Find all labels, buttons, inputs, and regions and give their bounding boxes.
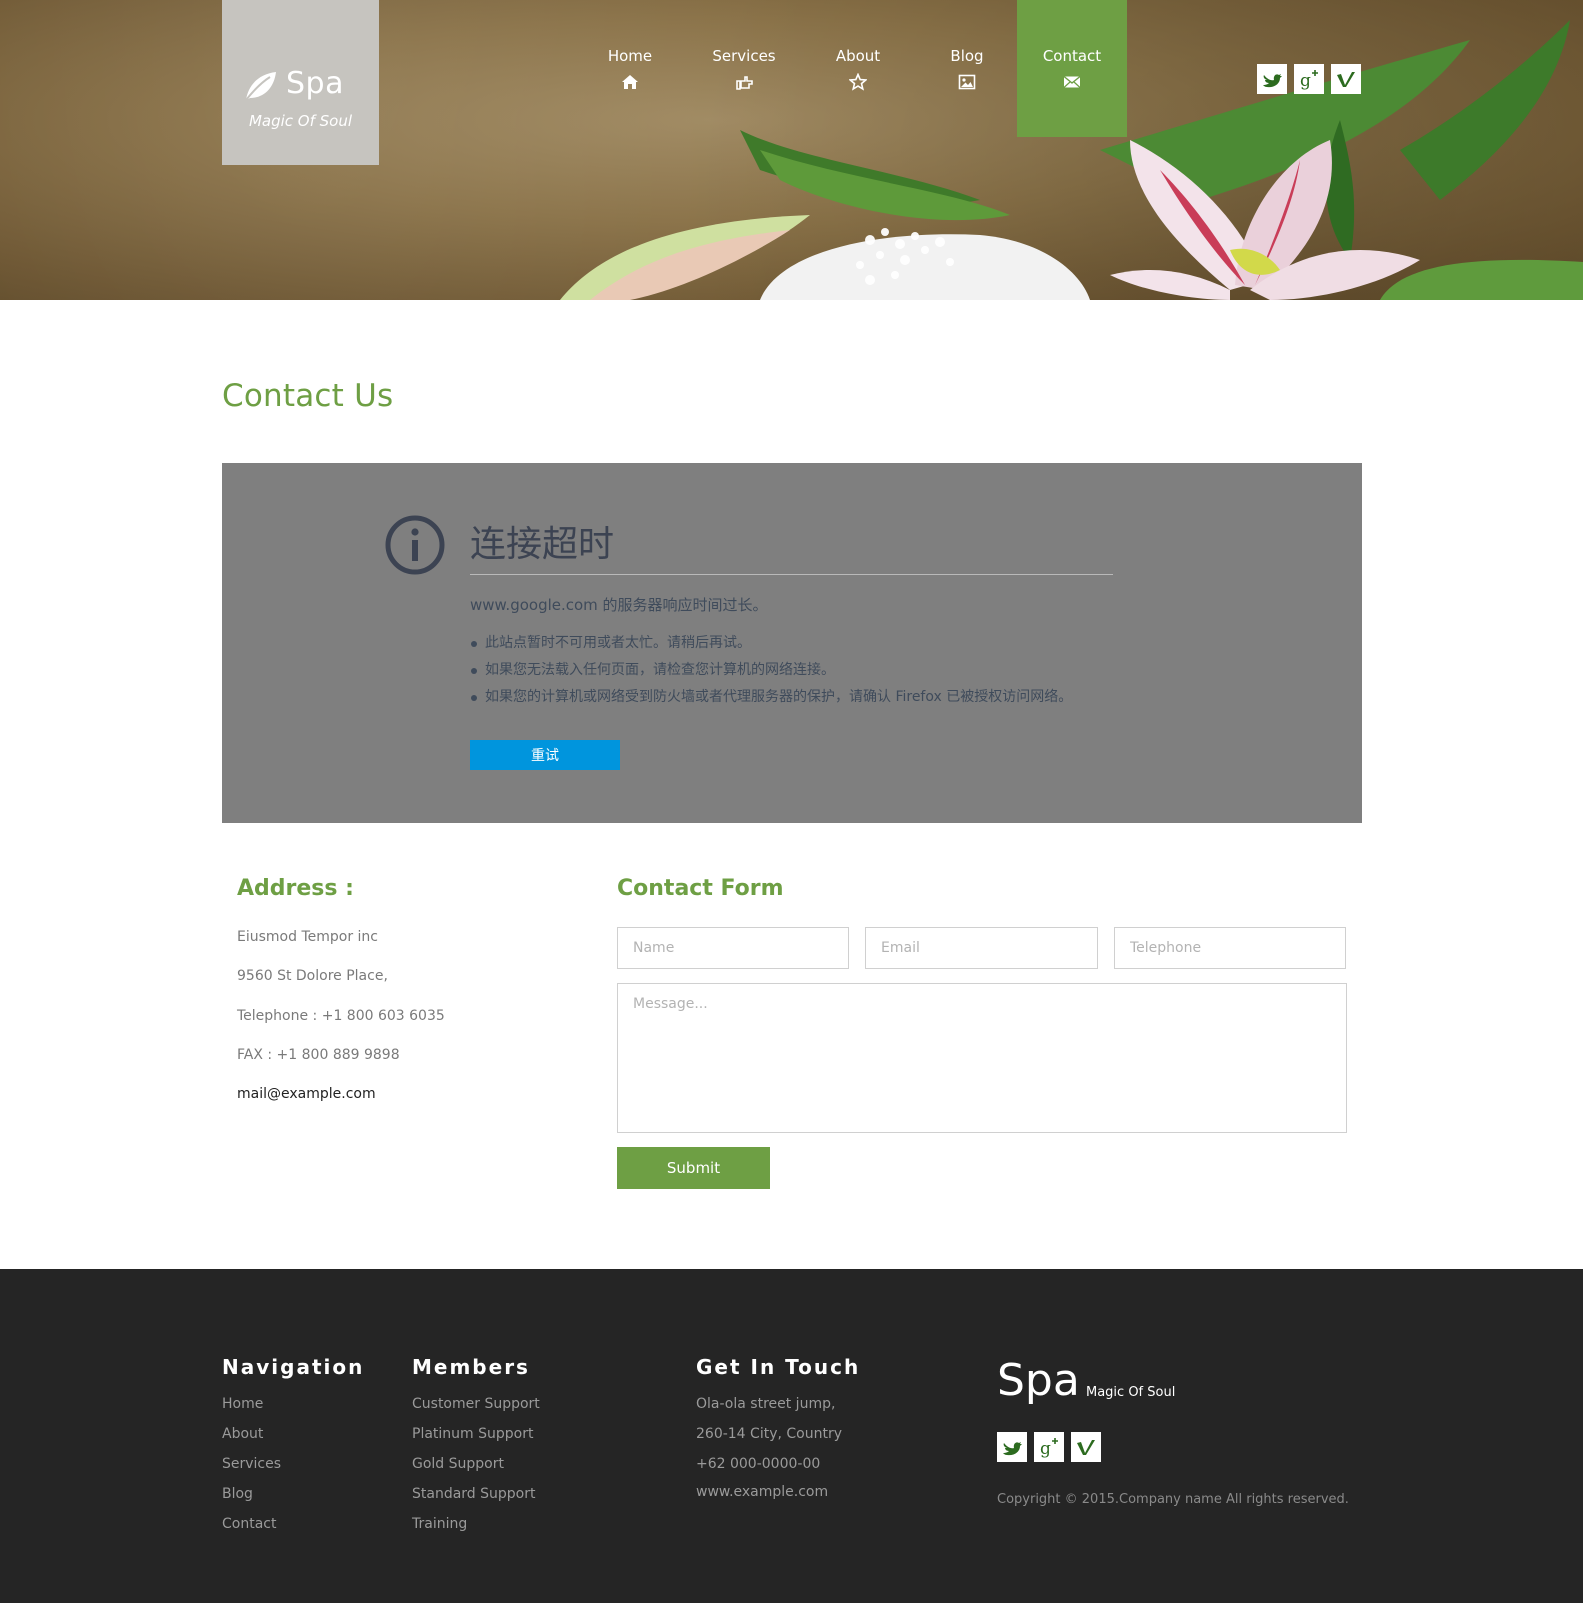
map-embed-error: 连接超时 www.google.com 的服务器响应时间过长。 此站点暂时不可用… xyxy=(222,463,1362,823)
leaf-icon xyxy=(245,72,276,101)
footer-get-in-touch-heading: Get In Touch xyxy=(696,1355,861,1379)
telephone-field[interactable] xyxy=(1114,927,1346,969)
nav-blog-label: Blog xyxy=(950,47,984,65)
error-divider xyxy=(470,574,1113,575)
address-fax: FAX : +1 800 889 9898 xyxy=(237,1047,400,1063)
picture-icon xyxy=(958,74,976,90)
footer-phone: +62 000-0000-00 xyxy=(696,1456,821,1472)
footer-link-platinum-support[interactable]: Platinum Support xyxy=(412,1426,533,1442)
nav-services[interactable]: Services xyxy=(689,0,799,137)
vimeo-icon xyxy=(1077,1440,1095,1455)
footer-twitter-button[interactable] xyxy=(997,1432,1027,1462)
footer-link-home[interactable]: Home xyxy=(222,1396,263,1412)
message-field[interactable] xyxy=(617,983,1347,1133)
nav-about[interactable]: About xyxy=(803,0,913,137)
email-field[interactable] xyxy=(865,927,1098,969)
footer-link-training[interactable]: Training xyxy=(412,1516,467,1532)
footer-link-blog[interactable]: Blog xyxy=(222,1486,253,1502)
envelope-icon xyxy=(1063,75,1081,88)
footer-address-line: Ola-ola street jump, xyxy=(696,1396,836,1412)
google-plus-icon: g xyxy=(1300,70,1318,90)
google-plus-icon: g xyxy=(1040,1438,1058,1458)
contact-form-heading: Contact Form xyxy=(617,876,784,901)
footer-social: g xyxy=(997,1432,1101,1462)
footer-link-customer-support[interactable]: Customer Support xyxy=(412,1396,540,1412)
footer-members-heading: Members xyxy=(412,1355,530,1379)
hand-point-icon xyxy=(736,76,753,90)
error-title: 连接超时 xyxy=(470,524,615,565)
nav-home-label: Home xyxy=(607,47,653,65)
list-item: 如果您无法载入任何页面，请检查您计算机的网络连接。 xyxy=(470,657,1072,684)
error-suggestions: 此站点暂时不可用或者太忙。请稍后再试。 如果您无法载入任何页面，请检查您计算机的… xyxy=(470,630,1072,711)
vimeo-button[interactable] xyxy=(1331,64,1361,94)
footer-link-contact[interactable]: Contact xyxy=(222,1516,276,1532)
footer-brand-tagline: Magic Of Soul xyxy=(1086,1385,1176,1400)
home-icon xyxy=(622,75,638,89)
twitter-icon xyxy=(1263,74,1282,88)
email-link[interactable]: mail@example.com xyxy=(237,1086,376,1102)
footer-link-services[interactable]: Services xyxy=(222,1456,281,1472)
list-item: 如果您的计算机或网络受到防火墙或者代理服务器的保护，请确认 Firefox 已被… xyxy=(470,684,1072,711)
site-logo[interactable]: Spa Magic Of Soul xyxy=(222,0,379,165)
list-item: 此站点暂时不可用或者太忙。请稍后再试。 xyxy=(470,630,1072,657)
nav-about-label: About xyxy=(835,47,881,65)
error-description: www.google.com 的服务器响应时间过长。 xyxy=(470,596,768,614)
twitter-icon xyxy=(1003,1442,1022,1456)
nav-home[interactable]: Home xyxy=(575,0,685,137)
info-icon xyxy=(385,515,445,575)
footer-link-gold-support[interactable]: Gold Support xyxy=(412,1456,504,1472)
nav-blog[interactable]: Blog xyxy=(912,0,1022,137)
address-heading: Address : xyxy=(237,876,354,901)
address-line: 9560 St Dolore Place, xyxy=(237,968,388,984)
vimeo-icon xyxy=(1337,72,1355,87)
twitter-button[interactable] xyxy=(1257,64,1287,94)
footer-address-line: 260-14 City, Country xyxy=(696,1426,842,1442)
footer-link-about[interactable]: About xyxy=(222,1426,263,1442)
svg-text:g: g xyxy=(1040,1439,1051,1458)
nav-services-label: Services xyxy=(712,47,776,65)
nav-contact-label: Contact xyxy=(1042,47,1102,65)
footer-navigation-heading: Navigation xyxy=(222,1355,365,1379)
nav-contact[interactable]: Contact xyxy=(1017,0,1127,137)
logo-tagline: Magic Of Soul xyxy=(248,112,353,130)
address-line: Eiusmod Tempor inc xyxy=(237,929,378,945)
page-title: Contact Us xyxy=(222,378,394,414)
footer-google-plus-button[interactable]: g xyxy=(1034,1432,1064,1462)
star-icon xyxy=(849,73,867,91)
svg-text:g: g xyxy=(1300,71,1311,90)
address-telephone: Telephone : +1 800 603 6035 xyxy=(237,1008,445,1024)
name-field[interactable] xyxy=(617,927,849,969)
retry-button[interactable]: 重试 xyxy=(470,740,620,770)
footer-website-link[interactable]: www.example.com xyxy=(696,1484,828,1500)
copyright-text: Copyright © 2015.Company name All rights… xyxy=(997,1492,1349,1507)
footer-brand-name: Spa xyxy=(997,1355,1080,1406)
google-plus-button[interactable]: g xyxy=(1294,64,1324,94)
header-social: g xyxy=(1257,64,1361,94)
footer-link-standard-support[interactable]: Standard Support xyxy=(412,1486,535,1502)
logo-name: Spa xyxy=(286,66,344,101)
submit-button[interactable]: Submit xyxy=(617,1147,770,1189)
footer-vimeo-button[interactable] xyxy=(1071,1432,1101,1462)
